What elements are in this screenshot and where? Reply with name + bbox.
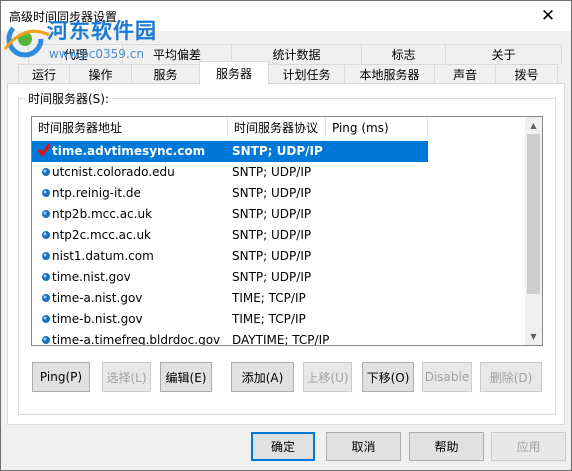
select-button[interactable]: 选择(L) (102, 362, 151, 392)
server-row[interactable]: nist1.datum.com SNTP; UDP/IP (32, 246, 428, 267)
move-down-button[interactable]: 下移(O) (362, 362, 414, 392)
server-row[interactable]: time-a.nist.gov TIME; TCP/IP (32, 288, 428, 309)
checkmark-icon (37, 143, 51, 157)
column-header-ping[interactable]: Ping (ms) (326, 117, 428, 139)
server-dot-icon (42, 252, 50, 260)
delete-button-label: 删除(D) (489, 370, 533, 385)
server-list[interactable]: 时间服务器地址 时间服务器协议 Ping (ms) time.advtimesy… (31, 116, 543, 346)
server-protocol: SNTP; UDP/IP (232, 228, 312, 242)
delete-button[interactable]: 删除(D) (480, 362, 542, 392)
server-dot-icon (42, 189, 50, 197)
server-row[interactable]: utcnist.colorado.edu SNTP; UDP/IP (32, 162, 428, 183)
add-button-label: 添加(A) (241, 370, 284, 385)
server-protocol: SNTP; UDP/IP (232, 270, 312, 284)
server-row[interactable]: time-a.timefreq.bldrdoc.gov DAYTIME; TCP/… (32, 330, 428, 346)
select-button-label: 选择(L) (106, 370, 147, 385)
watermark-name: 河东软件园 (47, 19, 157, 43)
column-header-address[interactable]: 时间服务器地址 (32, 117, 228, 139)
server-address: ntp.reinig-it.de (52, 186, 141, 200)
server-dot-icon (42, 231, 50, 239)
apply-button[interactable]: 应用 (491, 432, 566, 461)
tab-about[interactable]: 关于 (445, 44, 562, 64)
server-dot-icon (42, 294, 50, 302)
tab-flags[interactable]: 标志 (361, 44, 446, 64)
server-protocol: SNTP; UDP/IP (232, 249, 312, 263)
server-dot-icon (42, 168, 50, 176)
server-dot-icon (42, 315, 50, 323)
close-button[interactable]: ✕ (525, 1, 571, 31)
server-row[interactable]: time.advtimesync.com SNTP; UDP/IP (32, 141, 428, 162)
edit-button-label: 编辑(E) (165, 370, 207, 385)
vertical-scrollbar[interactable]: ▲ ▼ (525, 117, 542, 345)
move-up-button[interactable]: 上移(U) (303, 362, 352, 392)
server-address: time-a.nist.gov (52, 291, 143, 305)
server-dot-icon (42, 336, 50, 344)
move-up-button-label: 上移(U) (306, 370, 349, 385)
tab-sound[interactable]: 声音 (434, 64, 496, 84)
tab-label: 本地服务器 (359, 68, 420, 82)
ping-button[interactable]: Ping(P) (32, 362, 90, 392)
disable-button[interactable]: Disable (422, 362, 472, 392)
group-label: 时间服务器(S): (25, 90, 113, 107)
disable-button-label: Disable (424, 370, 470, 384)
watermark-url: www.pc0359.cn (49, 47, 144, 61)
server-protocol: TIME; TCP/IP (232, 291, 306, 305)
server-address: time.nist.gov (52, 270, 131, 284)
tab-label: 声音 (452, 68, 477, 82)
scroll-thumb[interactable] (527, 134, 540, 294)
tab-schedule[interactable]: 计划任务 (268, 64, 345, 84)
server-row[interactable]: ntp.reinig-it.de SNTP; UDP/IP (32, 183, 428, 204)
server-address: time.advtimesync.com (52, 144, 206, 158)
help-button[interactable]: 帮助 (409, 432, 484, 461)
tab-dial[interactable]: 拨号 (495, 64, 558, 84)
add-button[interactable]: 添加(A) (231, 362, 294, 392)
help-button-label: 帮助 (434, 440, 459, 454)
server-address: time-b.nist.gov (52, 312, 143, 326)
server-row[interactable]: time-b.nist.gov TIME; TCP/IP (32, 309, 428, 330)
cancel-button-label: 取消 (351, 440, 376, 454)
edit-button[interactable]: 编辑(E) (160, 362, 212, 392)
server-protocol: TIME; TCP/IP (232, 312, 306, 326)
watermark-logo (3, 20, 50, 58)
tab-servers[interactable]: 服务器 (199, 61, 269, 85)
column-header-protocol[interactable]: 时间服务器协议 (228, 117, 326, 139)
cancel-button[interactable]: 取消 (326, 432, 401, 461)
server-protocol: SNTP; UDP/IP (232, 165, 312, 179)
server-row[interactable]: ntp2b.mcc.ac.uk SNTP; UDP/IP (32, 204, 428, 225)
server-row[interactable]: ntp2c.mcc.ac.uk SNTP; UDP/IP (32, 225, 428, 246)
server-dot-icon (42, 273, 50, 281)
server-protocol: SNTP; UDP/IP (232, 186, 312, 200)
server-protocol: DAYTIME; TCP/IP (232, 333, 330, 346)
server-row[interactable]: time.nist.gov SNTP; UDP/IP (32, 267, 428, 288)
server-protocol: SNTP; UDP/IP (232, 144, 323, 158)
tab-label: 标志 (391, 48, 416, 62)
list-header: 时间服务器地址 时间服务器协议 Ping (ms) (32, 117, 526, 139)
apply-button-label: 应用 (516, 440, 541, 454)
tab-local-server[interactable]: 本地服务器 (344, 64, 435, 84)
move-down-button-label: 下移(O) (366, 370, 410, 385)
ok-button[interactable]: 确定 (251, 432, 315, 461)
server-address: ntp2c.mcc.ac.uk (52, 228, 151, 242)
tab-label: 拨号 (514, 68, 539, 82)
server-address: ntp2b.mcc.ac.uk (52, 207, 153, 221)
ping-button-label: Ping(P) (39, 370, 83, 384)
settings-dialog: 高级时间同步器设置 ✕ 代理 平均偏差 统计数据 标志 关于 运行 操作 服务 … (0, 0, 572, 471)
server-protocol: SNTP; UDP/IP (232, 207, 312, 221)
scroll-down-arrow[interactable]: ▼ (525, 328, 542, 345)
tab-label: 计划任务 (282, 68, 331, 82)
server-dot-icon (42, 210, 50, 218)
scroll-up-arrow[interactable]: ▲ (525, 117, 542, 134)
close-icon: ✕ (540, 6, 556, 26)
server-address: nist1.datum.com (52, 249, 154, 263)
tab-label: 关于 (491, 48, 516, 62)
tab-label: 服务器 (215, 67, 252, 81)
tab-label: 统计数据 (272, 48, 321, 62)
ok-button-label: 确定 (270, 440, 295, 454)
server-address: utcnist.colorado.edu (52, 165, 175, 179)
server-address: time-a.timefreq.bldrdoc.gov (52, 333, 221, 346)
